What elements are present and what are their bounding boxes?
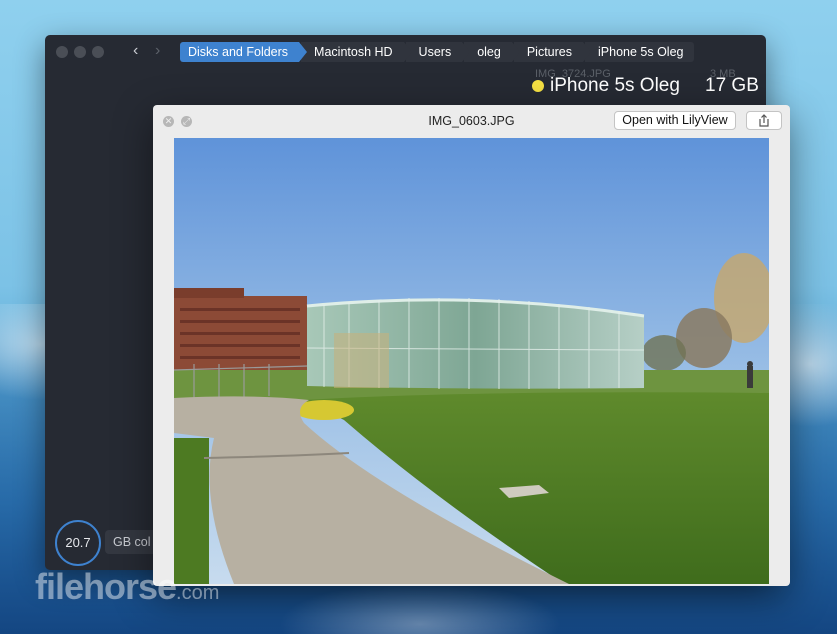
breadcrumb-disks-and-folders[interactable]: Disks and Folders <box>180 42 308 62</box>
breadcrumb-oleg[interactable]: oleg <box>464 42 520 62</box>
device-size: 17 GB <box>705 75 759 96</box>
photo-preview <box>174 138 769 584</box>
close-window-button[interactable] <box>56 46 68 58</box>
device-name: iPhone 5s Oleg <box>550 75 680 96</box>
minimize-window-button[interactable] <box>74 46 86 58</box>
breadcrumb: Disks and Folders Macintosh HD Users ole… <box>180 42 696 62</box>
back-arrow-icon[interactable]: ‹ <box>133 43 138 59</box>
share-button[interactable] <box>746 111 782 130</box>
quicklook-window: ✕ ⤢ IMG_0603.JPG Open with LilyView <box>153 105 790 586</box>
zoom-window-button[interactable] <box>92 46 104 58</box>
watermark-main: filehorse <box>35 566 177 607</box>
open-with-lilyview-button[interactable]: Open with LilyView <box>614 111 736 130</box>
breadcrumb-macintosh-hd[interactable]: Macintosh HD <box>301 42 412 62</box>
watermark-logo: filehorse.com <box>35 566 219 608</box>
share-icon <box>759 114 769 127</box>
usage-circle[interactable]: 20.7 <box>55 520 101 566</box>
breadcrumb-pictures[interactable]: Pictures <box>513 42 592 62</box>
breadcrumb-users[interactable]: Users <box>405 42 470 62</box>
watermark-suffix: .com <box>176 582 220 604</box>
forward-arrow-icon[interactable]: › <box>155 43 160 59</box>
usage-label[interactable]: GB col <box>105 530 159 554</box>
device-color-dot <box>532 80 544 92</box>
breadcrumb-iphone[interactable]: iPhone 5s Oleg <box>585 42 695 62</box>
